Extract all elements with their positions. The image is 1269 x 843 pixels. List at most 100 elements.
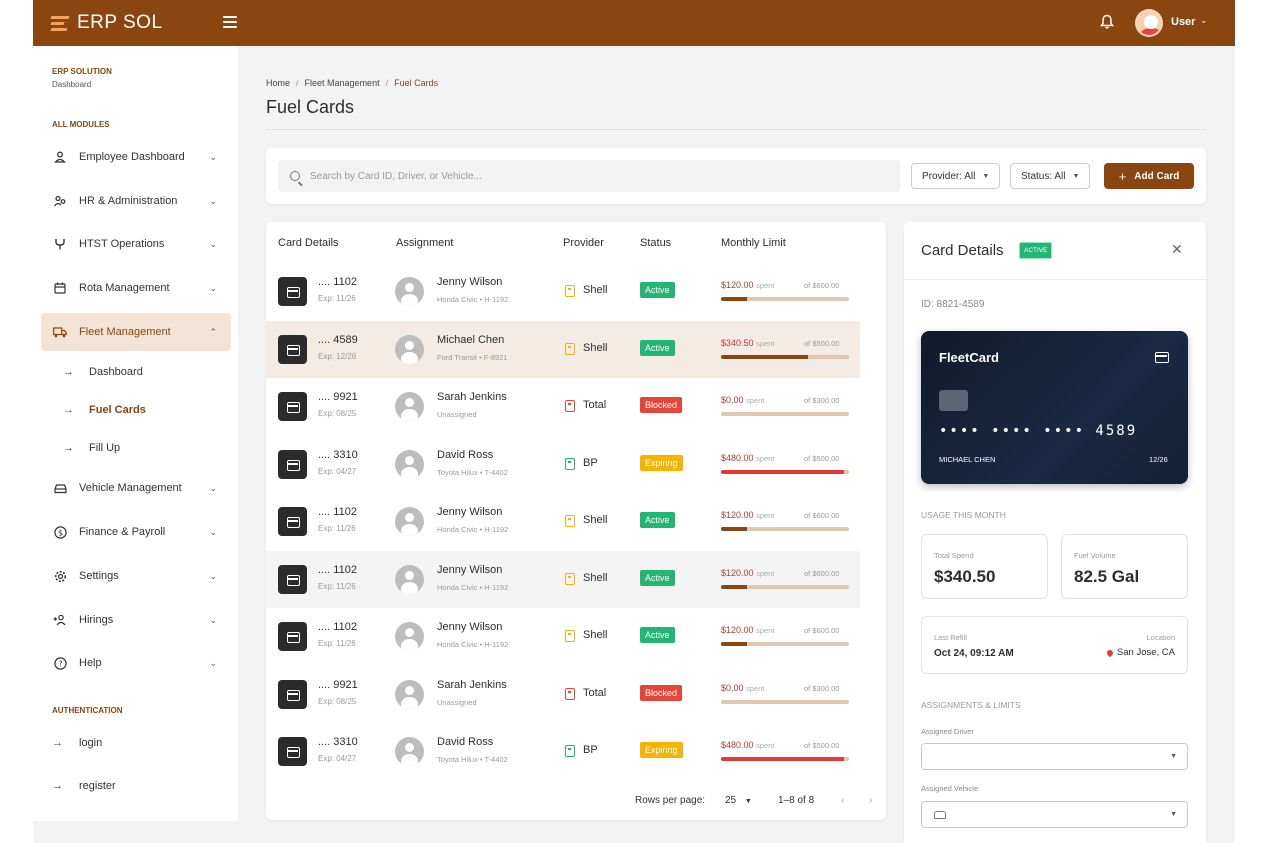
fuel-pump-icon [565,458,575,470]
usage-progress-fill [721,527,747,531]
spent-amount: $480.00 spent [721,740,774,750]
sidebar-item-htst-operations[interactable]: HTST Operations ⌄ [41,225,231,263]
breadcrumb-fleet-management[interactable]: Fleet Management [305,78,380,88]
chevron-left-icon[interactable]: ‹ [841,795,844,806]
avatar [395,335,424,364]
fuel-volume-card: Fuel Volume 82.5 Gal [1061,534,1188,599]
sidebar-item-login[interactable]: → login [52,737,102,749]
sidebar-item-hr-administration[interactable]: HR & Administration ⌄ [41,182,231,220]
user-menu-label[interactable]: User [1171,16,1195,28]
card-number: .... 1102 [318,276,357,288]
sidebar-item-label: Vehicle Management [79,482,182,494]
sidebar-item-register[interactable]: → register [52,780,116,792]
table-row[interactable]: .... 9921 Exp: 08/25 Sarah Jenkins Unassign… [266,378,860,435]
card-expiry: Exp: 11/26 [318,582,356,591]
status-filter-label: Status: All [1021,170,1066,182]
search-input[interactable]: Search by Card ID, Driver, or Vehicle... [278,160,900,192]
spent-amount: $120.00 spent [721,625,774,635]
breadcrumb-home[interactable]: Home [266,78,290,88]
page-title: Fuel Cards [266,97,355,117]
sidebar-item-fleet-management[interactable]: Fleet Management ⌃ [41,313,231,351]
close-icon[interactable]: ✕ [1171,241,1183,258]
breadcrumb-separator: / [385,78,389,88]
provider-name: Shell [583,284,608,296]
table-row[interactable]: .... 3310 Exp: 04/27 David Ross Toyota Hilu… [266,723,860,780]
sidebar-item-help[interactable]: ? Help ⌄ [41,644,231,682]
assigned-vehicle-select[interactable]: ▼ [921,801,1188,828]
table-row[interactable]: .... 1102 Exp: 11/26 Jenny Wilson Honda Civ… [266,551,860,608]
vehicle-info: Honda Civic • H-1192 [437,640,509,649]
bell-icon[interactable] [1100,14,1114,30]
avatar[interactable] [1135,9,1163,37]
rows-per-page-select[interactable]: 25 ▼ [725,795,752,806]
truck-icon [53,325,67,339]
column-header: Assignment [396,237,454,249]
driver-name: David Ross [437,736,494,748]
arrow-right-icon: → [52,737,63,749]
spent-value: $0.00 [721,683,744,693]
table-row[interactable]: .... 1102 Exp: 11/26 Jenny Wilson Honda Civ… [266,493,860,550]
credit-card-icon [278,335,307,364]
last-refill-card: Last Refill Oct 24, 09:12 AM Location Sa… [921,616,1188,674]
card-expiry: Exp: 04/27 [318,754,357,763]
chevron-right-icon[interactable]: › [869,795,872,806]
menu-toggle-icon[interactable] [223,16,237,28]
spent-value: $480.00 [721,453,754,463]
section-all-modules: ALL MODULES [52,120,110,129]
sidebar-item-employee-dashboard[interactable]: Employee Dashboard ⌄ [41,138,231,176]
assigned-driver-select[interactable]: ▼ [921,743,1188,770]
card-number: .... 4589 [318,334,358,346]
card-expiry: Exp: 11/26 [318,639,356,648]
sidebar-subitem-fuel-cards[interactable]: → Fuel Cards [63,404,146,416]
table-row[interactable]: .... 3310 Exp: 04/27 David Ross Toyota Hilu… [266,436,860,493]
stat-value: 82.5 Gal [1074,567,1140,586]
car-icon [934,811,946,819]
chevron-down-icon[interactable]: ⌄ [1200,15,1208,26]
credit-card-icon [278,507,307,536]
toolbar: Search by Card ID, Driver, or Vehicle...… [266,148,1206,204]
spent-suffix: spent [756,626,775,635]
add-card-button[interactable]: + Add Card [1104,163,1194,189]
sidebar-item-vehicle-management[interactable]: Vehicle Management ⌄ [41,469,231,507]
table-row[interactable]: .... 1102 Exp: 11/26 Jenny Wilson Honda Civ… [266,608,860,665]
spent-amount: $0.00 spent [721,395,764,405]
status-filter-dropdown[interactable]: Status: All ▼ [1010,163,1091,189]
sidebar-brand: ERP SOLUTION [52,67,112,76]
provider-filter-dropdown[interactable]: Provider: All ▼ [911,163,1001,189]
sidebar-item-hirings[interactable]: Hirings ⌄ [41,601,231,639]
location-text: San Jose, CA [1116,647,1175,658]
location-pin-icon [1105,648,1115,657]
sidebar-item-label: Help [79,657,102,669]
sidebar: ERP SOLUTION Dashboard ALL MODULES Emplo… [33,46,238,821]
usage-progress-bar [721,355,849,359]
chevron-down-icon: ⌄ [209,483,217,493]
usage-progress-bar [721,585,849,589]
sidebar-item-label: register [79,780,116,792]
sidebar-subitem-fill-up[interactable]: → Fill Up [63,442,120,454]
sidebar-subitem-dashboard[interactable]: → Dashboard [63,366,143,378]
spent-value: $0.00 [721,395,744,405]
breadcrumb: Home / Fleet Management / Fuel Cards [266,78,438,88]
sidebar-item-label: Finance & Payroll [79,526,166,538]
divider [904,279,1206,280]
fuel-pump-icon [565,515,575,527]
app-frame: ERP SOL User ⌄ ERP SOLUTION Dashboard AL… [33,0,1235,843]
sidebar-item-label: Hirings [79,614,114,626]
sidebar-item-label: HTST Operations [79,238,165,250]
sidebar-item-rota-management[interactable]: Rota Management ⌄ [41,269,231,307]
users-icon [53,194,67,208]
vehicle-info: Honda Civic • H-1192 [437,295,509,304]
sidebar-item-settings[interactable]: Settings ⌄ [41,557,231,595]
card-details-panel: Card Details ACTIVE ✕ ID: 8821-4589 Flee… [904,222,1206,843]
table-row[interactable]: .... 4589 Exp: 12/26 Michael Chen Ford Tran… [266,321,860,378]
credit-card-icon [278,277,307,306]
card-holder: MICHAEL CHEN [939,455,996,464]
usage-progress-bar [721,470,849,474]
card-number: .... 9921 [318,679,358,691]
table-row[interactable]: .... 9921 Exp: 08/25 Sarah Jenkins Unassign… [266,666,860,723]
app-logo[interactable]: ERP SOL [50,12,163,34]
card-expiry: Exp: 11/26 [318,294,356,303]
sidebar-item-finance-payroll[interactable]: $ Finance & Payroll ⌄ [41,513,231,551]
table-row[interactable]: .... 1102 Exp: 11/26 Jenny Wilson Honda Civ… [266,263,860,320]
sidebar-item-label: Settings [79,570,119,582]
